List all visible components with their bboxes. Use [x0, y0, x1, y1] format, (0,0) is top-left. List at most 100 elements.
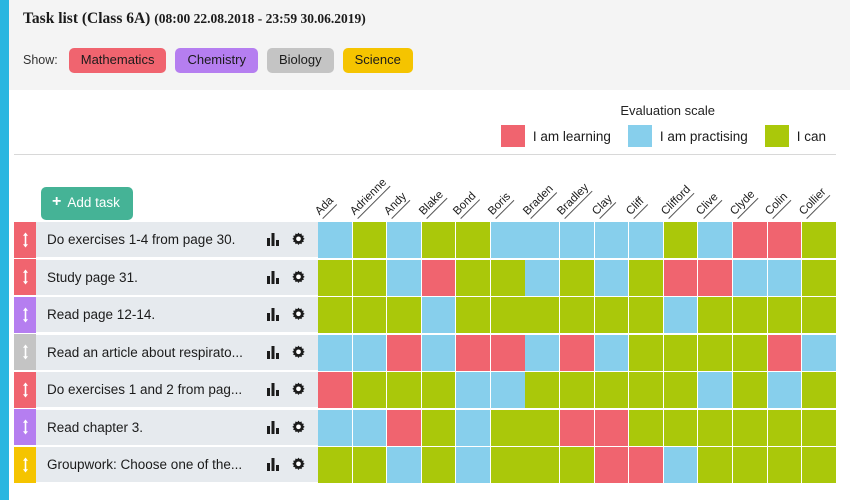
evaluation-cell[interactable] — [525, 297, 560, 333]
evaluation-cell[interactable] — [387, 334, 421, 371]
evaluation-cell[interactable] — [802, 259, 836, 296]
bar-chart-icon[interactable] — [267, 307, 282, 322]
evaluation-cell[interactable] — [698, 259, 733, 296]
reorder-arrows-icon[interactable] — [14, 446, 36, 483]
evaluation-cell[interactable] — [421, 447, 456, 483]
evaluation-cell[interactable] — [560, 372, 594, 408]
evaluation-cell[interactable] — [490, 409, 525, 446]
gear-icon[interactable] — [291, 457, 306, 472]
evaluation-cell[interactable] — [663, 259, 698, 296]
student-header-bond[interactable]: Bond — [451, 160, 490, 222]
evaluation-cell[interactable] — [456, 259, 490, 296]
evaluation-cell[interactable] — [802, 372, 836, 408]
evaluation-cell[interactable] — [421, 334, 456, 371]
evaluation-cell[interactable] — [560, 447, 594, 483]
gear-icon[interactable] — [291, 382, 306, 397]
evaluation-cell[interactable] — [802, 222, 836, 258]
evaluation-cell[interactable] — [594, 222, 629, 258]
reorder-arrows-icon[interactable] — [14, 259, 36, 295]
evaluation-cell[interactable] — [698, 372, 733, 408]
evaluation-cell[interactable] — [387, 409, 421, 446]
evaluation-cell[interactable] — [318, 297, 352, 333]
evaluation-cell[interactable] — [663, 447, 698, 483]
add-task-button[interactable]: + Add task — [41, 187, 133, 220]
evaluation-cell[interactable] — [352, 334, 387, 371]
evaluation-cell[interactable] — [732, 447, 767, 483]
evaluation-cell[interactable] — [560, 259, 594, 296]
evaluation-cell[interactable] — [318, 447, 352, 483]
evaluation-cell[interactable] — [732, 222, 767, 258]
evaluation-cell[interactable] — [594, 297, 629, 333]
evaluation-cell[interactable] — [387, 259, 421, 296]
evaluation-cell[interactable] — [767, 372, 802, 408]
evaluation-cell[interactable] — [421, 409, 456, 446]
evaluation-cell[interactable] — [560, 297, 594, 333]
evaluation-cell[interactable] — [629, 297, 663, 333]
evaluation-cell[interactable] — [663, 297, 698, 333]
reorder-arrows-icon[interactable] — [14, 334, 36, 370]
evaluation-cell[interactable] — [629, 222, 663, 258]
evaluation-cell[interactable] — [732, 334, 767, 371]
evaluation-cell[interactable] — [525, 372, 560, 408]
evaluation-cell[interactable] — [802, 297, 836, 333]
student-header-clifford[interactable]: Clifford — [659, 160, 698, 222]
gear-icon[interactable] — [291, 270, 306, 285]
evaluation-cell[interactable] — [456, 372, 490, 408]
evaluation-cell[interactable] — [352, 297, 387, 333]
evaluation-cell[interactable] — [594, 447, 629, 483]
evaluation-cell[interactable] — [387, 372, 421, 408]
evaluation-cell[interactable] — [663, 334, 698, 371]
evaluation-cell[interactable] — [318, 334, 352, 371]
evaluation-cell[interactable] — [594, 334, 629, 371]
bar-chart-icon[interactable] — [267, 270, 282, 285]
gear-icon[interactable] — [291, 307, 306, 322]
gear-icon[interactable] — [291, 420, 306, 435]
student-header-ada[interactable]: Ada — [313, 160, 352, 222]
student-header-clive[interactable]: Clive — [693, 160, 733, 222]
evaluation-cell[interactable] — [663, 372, 698, 408]
evaluation-cell[interactable] — [421, 259, 456, 296]
evaluation-cell[interactable] — [525, 447, 560, 483]
filter-chip-mathematics[interactable]: Mathematics — [68, 48, 167, 73]
task-title[interactable]: Groupwork: Choose one of the... — [36, 457, 267, 472]
evaluation-cell[interactable] — [732, 297, 767, 333]
evaluation-cell[interactable] — [490, 334, 525, 371]
evaluation-cell[interactable] — [525, 409, 560, 446]
evaluation-cell[interactable] — [421, 222, 456, 258]
evaluation-cell[interactable] — [525, 334, 560, 371]
evaluation-cell[interactable] — [698, 334, 733, 371]
evaluation-cell[interactable] — [318, 222, 352, 258]
evaluation-cell[interactable] — [421, 372, 456, 408]
gear-icon[interactable] — [291, 232, 306, 247]
task-title[interactable]: Read an article about respirato... — [36, 345, 267, 360]
student-header-adrienne[interactable]: Adrienne — [347, 160, 391, 222]
evaluation-cell[interactable] — [732, 259, 767, 296]
evaluation-cell[interactable] — [663, 409, 698, 446]
evaluation-cell[interactable] — [456, 447, 490, 483]
student-header-cliff[interactable]: Cliff — [624, 160, 663, 222]
evaluation-cell[interactable] — [352, 259, 387, 296]
task-title[interactable]: Read page 12-14. — [36, 307, 267, 322]
evaluation-cell[interactable] — [352, 372, 387, 408]
evaluation-cell[interactable] — [525, 222, 560, 258]
evaluation-cell[interactable] — [629, 447, 663, 483]
evaluation-cell[interactable] — [490, 259, 525, 296]
evaluation-cell[interactable] — [767, 447, 802, 483]
reorder-arrows-icon[interactable] — [14, 296, 36, 333]
evaluation-cell[interactable] — [456, 409, 490, 446]
student-header-blake[interactable]: Blake — [416, 160, 456, 222]
bar-chart-icon[interactable] — [267, 382, 282, 397]
student-header-andy[interactable]: Andy — [382, 160, 421, 222]
student-header-braden[interactable]: Braden — [520, 160, 560, 222]
evaluation-cell[interactable] — [767, 222, 802, 258]
evaluation-cell[interactable] — [767, 409, 802, 446]
filter-chip-biology[interactable]: Biology — [266, 48, 334, 73]
evaluation-cell[interactable] — [387, 297, 421, 333]
reorder-arrows-icon[interactable] — [14, 221, 36, 258]
evaluation-cell[interactable] — [318, 409, 352, 446]
evaluation-cell[interactable] — [629, 409, 663, 446]
evaluation-cell[interactable] — [594, 259, 629, 296]
bar-chart-icon[interactable] — [267, 232, 282, 247]
gear-icon[interactable] — [291, 345, 306, 360]
student-header-collier[interactable]: Collier — [797, 160, 836, 222]
